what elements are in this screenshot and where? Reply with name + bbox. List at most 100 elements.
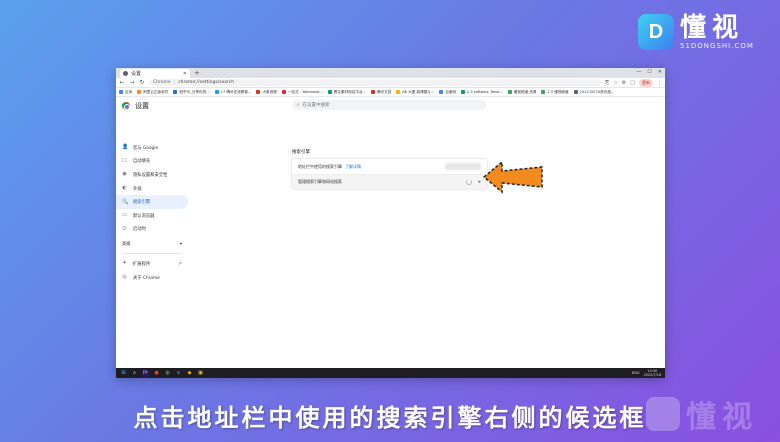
search-engine-card: 地址栏中使用的搜索引擎 了解详情 管理搜索引擎和网站搜索 ▸ [292,159,487,189]
menu-icon[interactable]: ⋮ [657,80,662,86]
sidebar-item[interactable]: ✦ 扩展程序 ↗ [116,257,188,271]
bookmark-label: 腾讯文档 [376,89,392,94]
minimize-button[interactable]: — [636,69,641,75]
bookmark-item[interactable]: 着实素材网站平台... [327,89,366,95]
person-icon: 👤 [122,144,129,151]
bookmark-item[interactable]: 8K 大图 超清图片... [396,90,434,95]
search-placeholder: 在设置中搜索 [302,103,330,108]
autofill-icon: ☐ [122,157,127,164]
cursor-spinner-icon [466,179,473,185]
bookmark-item[interactable]: 2.5 softbms: Rese... [461,90,503,94]
sidepanel-icon[interactable]: ▢ [630,80,635,86]
edge-icon[interactable]: e [175,370,182,377]
bookmark-item[interactable]: 2022-08 TA资讯部... [573,90,614,95]
search-engine-select[interactable] [445,163,481,170]
bookmark-label: 着实素材网站平台... [333,89,366,94]
brand-name: 懂视 [680,13,745,43]
bookmark-favicon-icon [541,90,546,94]
sidebar-item[interactable]: 🔍 搜索引擎 [116,195,188,209]
learn-more-link[interactable]: 了解详情 [345,164,361,170]
bookmark-item[interactable]: 一站式 - Yoltaneke... [281,90,323,95]
bookmark-label: 应用 [125,89,133,94]
close-icon[interactable]: ✕ [183,71,187,77]
default-search-engine-row: 地址栏中使用的搜索引擎 了解详情 [292,159,487,174]
new-tab-button[interactable]: + [194,69,200,78]
search-icon: 🔍 [122,198,129,205]
tab-title: 设置 [131,71,142,77]
omnibox-chrome-label: Chrome [153,80,171,85]
bookmark-favicon-icon [119,90,123,94]
app-icon[interactable]: ◆ [186,370,193,377]
folder-icon[interactable]: ▣ [197,370,204,377]
bookmark-favicon-icon [573,90,578,94]
puzzle-icon: ✦ [122,260,127,267]
sidebar-item-label: 默认浏览器 [133,213,155,219]
row2-label: 管理搜索引擎和网站搜索 [298,179,342,184]
close-window-button[interactable]: ✕ [658,69,662,75]
sidebar-item-label: 搜索引擎 [133,200,151,206]
bookmark-label: 百度网 [445,89,457,94]
bookmark-star-icon[interactable]: ☆ [613,80,617,86]
premiere-icon[interactable]: Pr [142,369,149,377]
bookmark-item[interactable]: 懂视频道 资源 [507,90,536,95]
tab-settings[interactable]: 设置 ✕ [120,69,190,78]
reload-button[interactable]: ↻ [139,79,145,86]
address-bar[interactable]: Chrome | chrome://settings/search [149,79,602,86]
bookmarks-bar: 应用 阿里云正版软件 知乎问_分享你的... 17 腾讯在线教育... 大象视频 一站式 … [116,88,665,97]
bookmark-favicon-icon [327,90,332,94]
bookmark-item[interactable]: 知乎问_分享你的... [173,90,210,95]
chrome-logo-icon [122,102,130,110]
sidebar-item-label: 关于 Chrome [133,275,160,281]
forward-button[interactable]: → [129,79,135,86]
power-icon: ⏻ [122,225,127,232]
bookmark-favicon-icon [214,90,219,94]
sidebar-item[interactable]: ⏻ 启动时 [116,223,188,237]
app-icon[interactable]: ◍ [164,370,171,377]
bookmark-item[interactable]: 17 腾讯在线教育... [214,90,251,95]
settings-sidebar: 👤 您与 Google ☐ 自动填充 ◉ 隐私设置和安全性 ◐ 外观 🔍 搜索引擎 ▭ 默认浏览器 ⏻ 启… [116,141,188,284]
manage-search-engines-row[interactable]: 管理搜索引擎和网站搜索 ▸ [292,174,487,189]
search-taskbar-icon[interactable]: ⌕ [131,370,138,377]
start-icon[interactable]: ⊞ [120,370,127,377]
brand-logo: D 懂视 51DONGSHI.COM [638,14,754,50]
back-button[interactable]: ← [119,79,125,86]
profile-update-button[interactable]: 更新 [639,78,653,87]
maximize-button[interactable]: ☐ [647,69,651,75]
bookmark-favicon-icon [281,90,286,94]
settings-search-input[interactable]: ⌕ 在设置中搜索 [292,100,487,110]
bookmark-favicon-icon [439,90,444,94]
share-icon[interactable]: ⎘ [605,80,609,86]
sidebar-item[interactable]: ▭ 默认浏览器 [116,209,188,223]
bookmark-favicon-icon [370,90,375,94]
bookmark-item[interactable]: 应用 [119,90,132,95]
bookmark-label: 8K 大图 超清图片... [402,89,435,94]
clock-date: 2022/7/18 [643,373,661,377]
sidebar-item[interactable]: ◎ 关于 Chrome [116,271,188,285]
sidebar-item-label: 启动时 [133,227,146,233]
bookmark-favicon-icon [461,90,466,94]
chrome-taskbar-icon[interactable]: ● [153,370,160,377]
sidebar-item[interactable]: 👤 您与 Google [116,141,188,155]
page-title: 设置 [135,102,149,110]
sidebar-item[interactable]: ☐ 自动填充 [116,155,188,169]
language-indicator[interactable]: ENG [632,371,640,375]
extensions-icon[interactable]: ⚙ [622,80,626,86]
bookmark-favicon-icon [173,90,178,94]
settings-page: 设置 ⌕ 在设置中搜索 👤 您与 Google ☐ 自动填充 ◉ 隐私设置和安全性 ◐ 外观 🔍… [116,97,665,369]
bookmark-item[interactable]: 2.5 懂视频道 [541,90,569,95]
search-icon: ⌕ [297,103,300,108]
sidebar-item[interactable]: ◉ 隐私设置和安全性 [116,168,188,182]
sidebar-advanced-toggle[interactable]: 高级 ▾ [116,238,188,250]
clock[interactable]: 10:40 2022/7/18 [644,369,661,377]
settings-gear-icon [123,71,128,76]
bookmark-item[interactable]: 百度网 [439,90,456,95]
sidebar-item-label: 扩展程序 [133,261,151,267]
bookmark-favicon-icon [507,90,512,94]
bookmark-item[interactable]: 腾讯文档 [370,89,392,95]
external-link-icon: ↗ [177,260,182,267]
bookmark-item[interactable]: 大象视频 [256,90,277,95]
bookmark-item[interactable]: 阿里云正版软件 [137,90,168,95]
bookmark-favicon-icon [137,90,142,94]
sidebar-item[interactable]: ◐ 外观 [116,182,188,196]
sidebar-divider [122,253,182,255]
